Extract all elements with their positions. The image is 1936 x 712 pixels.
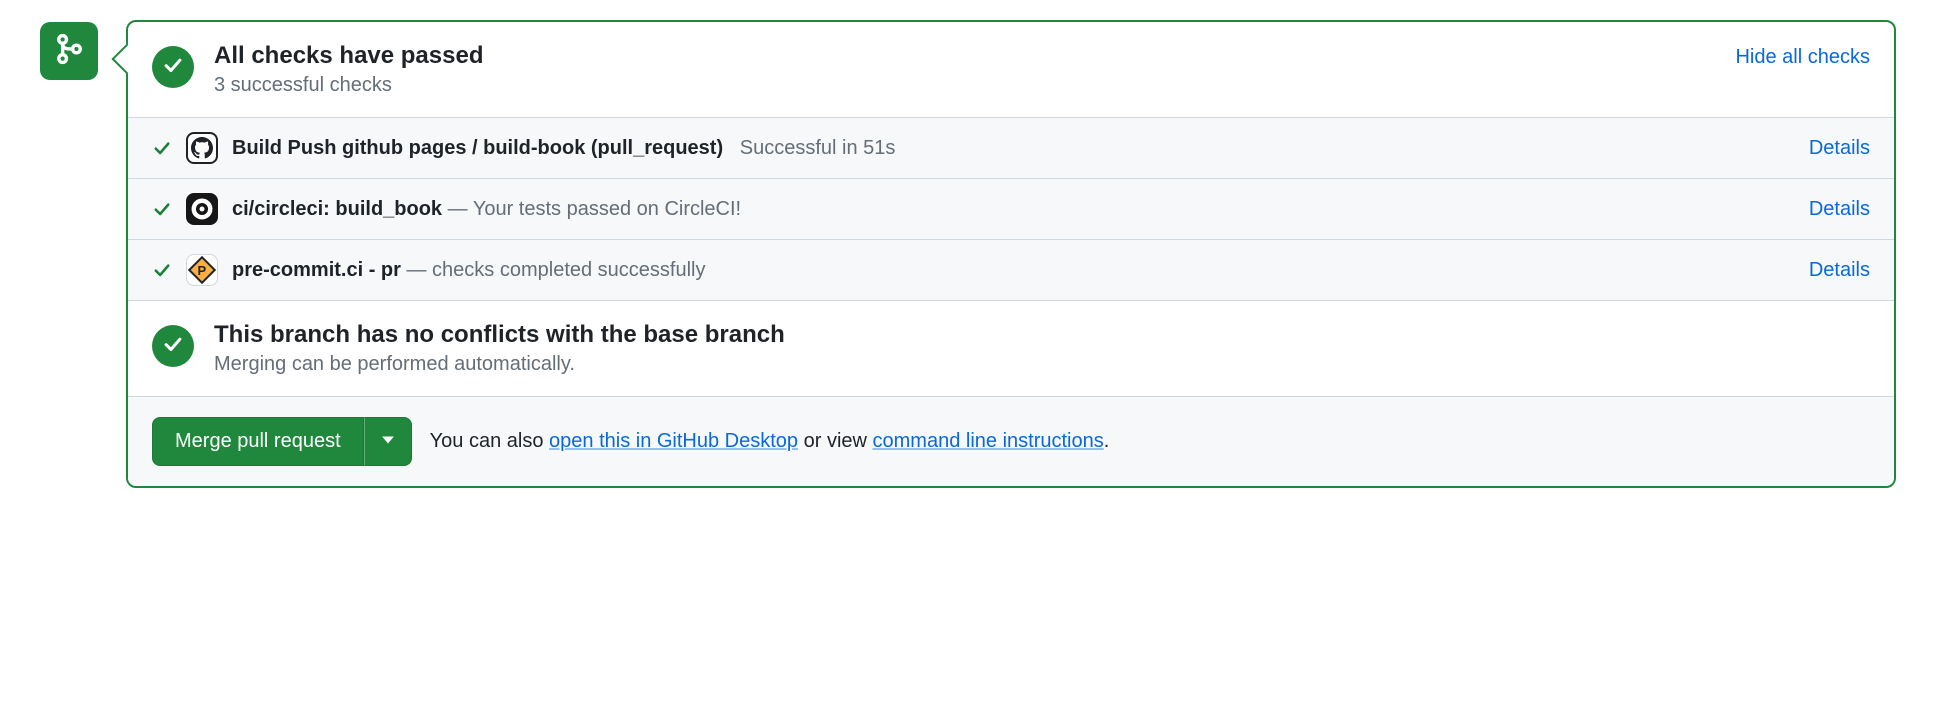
check-icon [152, 199, 172, 219]
checks-title: All checks have passed [214, 42, 1715, 70]
open-github-desktop-link[interactable]: open this in GitHub Desktop [549, 430, 798, 452]
check-sep: — [442, 198, 473, 220]
check-details-link[interactable]: Details [1809, 198, 1870, 221]
git-merge-icon [52, 32, 86, 71]
check-desc: checks completed successfully [432, 259, 705, 281]
check-row: Build Push github pages / build-book (pu… [128, 118, 1894, 179]
check-row: P pre-commit.ci - pr — checks completed … [128, 240, 1894, 301]
merge-footer: Merge pull request You can also open thi… [128, 397, 1894, 486]
check-icon [152, 138, 172, 158]
merge-options-dropdown-button[interactable] [364, 417, 412, 466]
checks-subtitle: 3 successful checks [214, 74, 1715, 97]
merge-pull-request-button[interactable]: Merge pull request [152, 417, 364, 466]
merge-status-box: All checks have passed 3 successful chec… [126, 20, 1896, 488]
git-merge-timeline-badge [40, 22, 98, 80]
merge-button-group: Merge pull request [152, 417, 412, 466]
check-sep: — [401, 259, 432, 281]
github-actions-icon [186, 132, 218, 164]
check-name: Build Push github pages / build-book (pu… [232, 137, 723, 159]
check-row: ci/circleci: build_book — Your tests pas… [128, 179, 1894, 240]
status-success-circle [152, 46, 194, 88]
check-icon [162, 54, 184, 81]
check-desc: Your tests passed on CircleCI! [473, 198, 741, 220]
check-name: pre-commit.ci - pr [232, 259, 401, 281]
check-icon [162, 333, 184, 360]
command-line-instructions-link[interactable]: command line instructions [873, 430, 1104, 452]
hide-all-checks-link[interactable]: Hide all checks [1735, 46, 1870, 69]
conflicts-subtitle: Merging can be performed automatically. [214, 353, 1870, 376]
check-details-link[interactable]: Details [1809, 259, 1870, 282]
status-success-circle [152, 325, 194, 367]
conflicts-section: This branch has no conflicts with the ba… [128, 301, 1894, 397]
check-desc: Successful in 51s [740, 137, 896, 159]
check-name: ci/circleci: build_book [232, 198, 442, 220]
checks-summary-header: All checks have passed 3 successful chec… [128, 22, 1894, 117]
precommit-icon: P [186, 254, 218, 286]
check-icon [152, 260, 172, 280]
conflicts-title: This branch has no conflicts with the ba… [214, 321, 1870, 349]
check-details-link[interactable]: Details [1809, 137, 1870, 160]
checks-list: Build Push github pages / build-book (pu… [128, 117, 1894, 301]
circleci-icon [186, 193, 218, 225]
triangle-down-icon [381, 433, 395, 450]
merge-footer-text: You can also open this in GitHub Desktop… [430, 430, 1110, 453]
